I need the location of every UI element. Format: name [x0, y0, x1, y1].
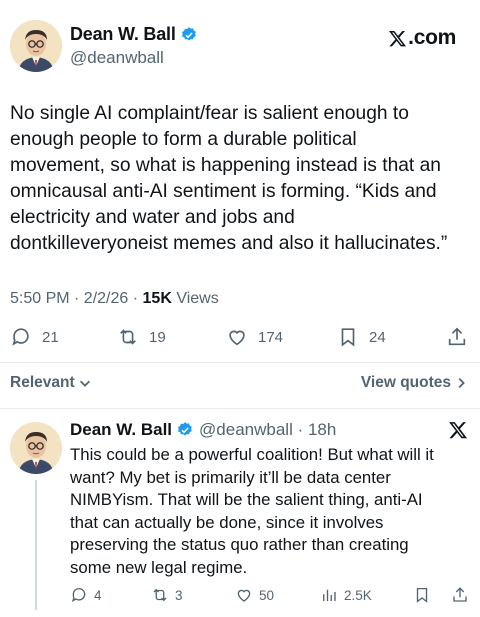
- view-quotes-link[interactable]: View quotes: [361, 374, 468, 392]
- views-label: Views: [171, 290, 219, 307]
- views-icon: [323, 589, 336, 601]
- like-icon: [229, 330, 245, 346]
- repost-count: 19: [149, 328, 166, 346]
- repost-count: 3: [175, 587, 183, 603]
- post-timestamp[interactable]: 5:50 PM · 2/2/26 ·: [10, 290, 143, 307]
- post-meta: 5:50 PM · 2/2/26 · 15K Views: [10, 290, 219, 308]
- verified-badge-icon: [181, 26, 196, 41]
- author-name[interactable]: Dean W. Ball: [70, 24, 176, 45]
- post-header: Dean W. Ball @deanwball .com: [10, 18, 470, 78]
- reply-post[interactable]: Dean W. Ball @deanwball · 18h This could…: [10, 420, 472, 615]
- reply-header: Dean W. Ball @deanwball · 18h: [70, 420, 336, 440]
- like-count: 174: [258, 328, 284, 346]
- reply-button[interactable]: 4: [70, 586, 102, 604]
- relevant-label: Relevant: [10, 374, 75, 391]
- share-button[interactable]: [451, 586, 469, 604]
- reply-actions: 4 3 50 2.5K: [70, 586, 470, 606]
- like-icon: [237, 589, 251, 602]
- relevant-sort-dropdown[interactable]: Relevant: [10, 374, 92, 392]
- divider: [0, 362, 480, 363]
- bookmark-icon: [341, 328, 355, 347]
- views-count: 15K: [142, 290, 172, 307]
- bookmark-button[interactable]: [413, 586, 431, 604]
- share-button[interactable]: [446, 326, 468, 348]
- views-count: 2.5K: [344, 587, 372, 603]
- repost-button[interactable]: 19: [117, 326, 166, 348]
- like-count: 50: [259, 587, 275, 603]
- brand-text: .com: [408, 26, 456, 49]
- reply-handle-time[interactable]: @deanwball · 18h: [199, 420, 336, 440]
- reply-author-name[interactable]: Dean W. Ball: [70, 420, 172, 440]
- repost-button[interactable]: 3: [151, 586, 183, 604]
- author-name-row: Dean W. Ball: [70, 24, 198, 45]
- reply-count: 4: [94, 587, 102, 603]
- author-handle[interactable]: @deanwball: [70, 48, 164, 68]
- bookmark-icon: [416, 587, 428, 603]
- like-button[interactable]: 174: [226, 326, 283, 348]
- bookmark-button[interactable]: 24: [337, 326, 386, 348]
- x-logo-icon: [449, 422, 467, 439]
- share-icon: [448, 327, 466, 346]
- repost-icon: [153, 588, 167, 602]
- chevron-down-icon: [79, 380, 90, 387]
- share-icon: [453, 587, 467, 602]
- avatar[interactable]: [10, 422, 62, 474]
- views-button[interactable]: 2.5K: [320, 586, 372, 604]
- reply-text: This could be a powerful coalition! But …: [70, 445, 434, 577]
- bookmark-count: 24: [369, 328, 386, 346]
- like-button[interactable]: 50: [235, 586, 274, 604]
- reply-icon: [71, 587, 86, 603]
- post-text: No single AI complaint/fear is salient e…: [10, 103, 448, 254]
- avatar[interactable]: [10, 20, 62, 72]
- x-logo-icon: [389, 30, 407, 46]
- chevron-right-icon: [458, 378, 465, 388]
- x-com-brand[interactable]: .com: [388, 26, 456, 50]
- reply-icon: [12, 328, 29, 346]
- repost-icon: [120, 329, 136, 345]
- view-quotes-label: View quotes: [360, 374, 451, 391]
- verified-badge-icon: [178, 422, 192, 436]
- post-actions: 21 19 174 24: [10, 326, 470, 352]
- divider: [0, 408, 480, 409]
- thread-line: [35, 480, 37, 610]
- reply-count: 21: [42, 328, 59, 346]
- reply-button[interactable]: 21: [10, 326, 59, 348]
